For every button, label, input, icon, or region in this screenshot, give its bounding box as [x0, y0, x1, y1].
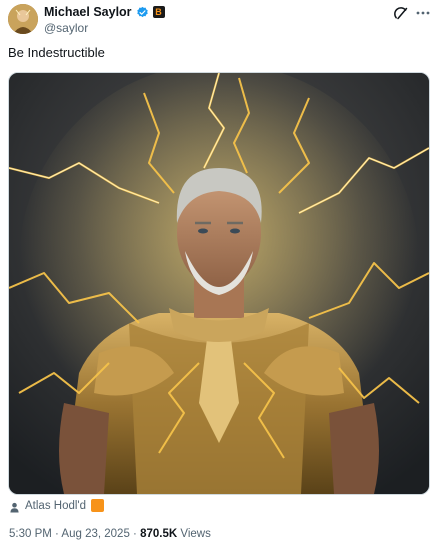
meta-separator-2: · — [129, 528, 141, 540]
affiliate-badge[interactable]: B — [152, 6, 165, 18]
tagged-user-badge — [91, 499, 105, 512]
tweet: Michael Saylor B @saylor Be Indestructib… — [0, 0, 441, 542]
tweet-meta: 5:30 PM · Aug 23, 2025 · 870.5K Views — [9, 528, 211, 540]
handle[interactable]: @saylor — [44, 21, 88, 35]
person-icon — [9, 500, 20, 513]
more-icon[interactable] — [415, 5, 431, 21]
views-label: Views — [180, 528, 211, 540]
tweet-header: Michael Saylor B @saylor — [8, 2, 433, 38]
image-illustration — [9, 73, 429, 494]
tweet-text: Be Indestructible — [8, 45, 105, 60]
verified-icon — [136, 6, 149, 19]
display-name[interactable]: Michael Saylor — [44, 5, 132, 19]
tweet-time[interactable]: 5:30 PM — [9, 528, 52, 540]
affiliate-badge-glyph: B — [155, 6, 162, 17]
tweet-date[interactable]: Aug 23, 2025 — [61, 528, 129, 540]
tagged-user-row[interactable]: Atlas Hodl'd — [9, 499, 105, 513]
avatar[interactable] — [8, 4, 38, 34]
views-count: 870.5K — [140, 528, 178, 540]
name-row: Michael Saylor B — [44, 5, 165, 19]
tweet-image[interactable] — [8, 72, 430, 495]
meta-separator: · — [51, 528, 62, 540]
grok-icon[interactable] — [393, 6, 409, 22]
tagged-user-name[interactable]: Atlas Hodl'd — [25, 500, 86, 512]
